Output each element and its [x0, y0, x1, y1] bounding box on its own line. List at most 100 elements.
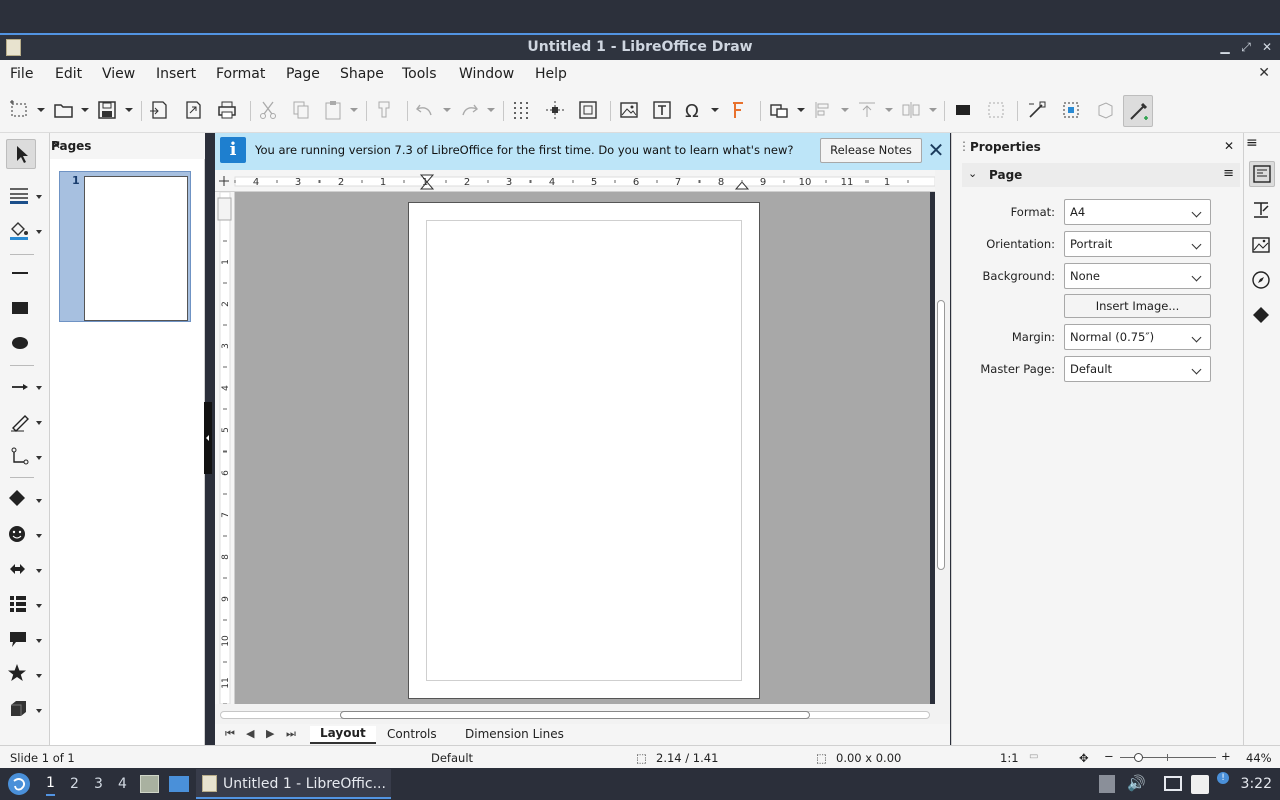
show-draw-functions-icon[interactable] — [1123, 95, 1153, 127]
sidebar-menu-icon[interactable]: ≡ — [1246, 135, 1258, 157]
vertical-scrollbar[interactable] — [935, 170, 950, 704]
zoom-in-icon[interactable]: + — [1221, 749, 1231, 763]
print-icon[interactable] — [216, 99, 240, 123]
format-dropdown[interactable]: A4 — [1064, 199, 1211, 225]
next-tab-icon[interactable]: ▶ — [266, 727, 274, 740]
horizontal-ruler[interactable]: 4 3 2 1 1 2 3 4 5 6 7 8 9 10 11 1 — [215, 170, 935, 192]
crop-icon[interactable] — [985, 99, 1009, 123]
first-tab-icon[interactable]: ⏮ — [225, 727, 235, 741]
menu-tools[interactable]: Tools — [402, 66, 437, 82]
rectangle-tool-icon[interactable] — [8, 296, 32, 320]
close-sidebar-icon[interactable]: ✕ — [1224, 139, 1234, 153]
curves-polygons-icon[interactable] — [8, 410, 32, 434]
insert-textbox-icon[interactable] — [651, 99, 675, 123]
basic-shapes-icon[interactable] — [8, 487, 32, 511]
properties-deck-icon[interactable] — [1249, 161, 1275, 187]
menu-file[interactable]: File — [10, 66, 33, 82]
taskbar-task-libreoffice[interactable]: Untitled 1 - LibreOffic... — [196, 769, 391, 799]
collapse-pages-pane-handle[interactable] — [204, 402, 212, 474]
chevron-down-icon[interactable]: ⌄ — [968, 167, 977, 180]
lines-arrows-icon[interactable] — [8, 375, 32, 399]
save-icon[interactable] — [96, 99, 120, 123]
grid-icon[interactable] — [510, 99, 534, 123]
section-menu-icon[interactable]: ≡ — [1223, 166, 1234, 181]
workspace-1[interactable]: 1 — [46, 775, 55, 796]
background-dropdown[interactable]: None — [1064, 263, 1211, 289]
menu-view[interactable]: View — [102, 66, 135, 82]
select-tool-icon[interactable] — [6, 139, 36, 169]
insert-image-button[interactable]: Insert Image... — [1064, 294, 1211, 318]
horizontal-scrollbar[interactable] — [215, 704, 950, 724]
volume-icon[interactable]: 🔊 — [1127, 774, 1146, 792]
release-notes-button[interactable]: Release Notes — [820, 138, 922, 163]
cut-icon[interactable] — [257, 99, 281, 123]
network-icon[interactable] — [1164, 776, 1182, 791]
navigator-deck-icon[interactable] — [1249, 268, 1275, 294]
close-document-icon[interactable]: ✕ — [1258, 65, 1270, 81]
maximize-button[interactable]: ⤢ — [1237, 38, 1255, 56]
vertical-scrollbar-thumb[interactable] — [937, 300, 945, 570]
zoom-level[interactable]: 44% — [1246, 751, 1272, 765]
zoom-slider-handle[interactable] — [1134, 753, 1143, 762]
shadow-icon[interactable] — [952, 99, 976, 123]
drawing-canvas[interactable] — [235, 192, 930, 704]
vertical-ruler[interactable]: 1 2 3 4 5 6 7 8 9 10 11 — [215, 192, 235, 704]
page-thumbnail[interactable]: 1 — [59, 171, 191, 322]
export-icon[interactable] — [148, 99, 172, 123]
horizontal-scrollbar-thumb[interactable] — [340, 711, 810, 719]
shapes-deck-icon[interactable] — [1249, 303, 1275, 329]
orientation-dropdown[interactable]: Portrait — [1064, 231, 1211, 257]
block-arrows-icon[interactable] — [8, 557, 32, 581]
symbol-shapes-icon[interactable] — [8, 522, 32, 546]
arrange-icon[interactable] — [856, 99, 880, 123]
open-icon[interactable] — [53, 99, 77, 123]
zoom-pan-icon[interactable] — [9, 99, 33, 123]
align-objects-icon[interactable] — [812, 99, 836, 123]
menu-help[interactable]: Help — [535, 66, 567, 82]
sidebar-grip-icon[interactable]: ⋮ — [958, 139, 970, 153]
ellipse-tool-icon[interactable] — [8, 331, 32, 355]
close-window-button[interactable]: ✕ — [1258, 38, 1276, 56]
line-color-icon[interactable] — [8, 183, 32, 207]
menu-edit[interactable]: Edit — [55, 66, 82, 82]
workspace-4[interactable]: 4 — [118, 776, 127, 792]
stars-icon[interactable] — [8, 662, 32, 686]
paste-icon[interactable] — [322, 99, 346, 123]
minimize-button[interactable]: ▁ — [1216, 38, 1234, 56]
menu-insert[interactable]: Insert — [156, 66, 196, 82]
menu-page[interactable]: Page — [286, 66, 320, 82]
notification-icon[interactable]: ! — [1217, 772, 1229, 784]
menu-window[interactable]: Window — [459, 66, 514, 82]
start-menu-icon[interactable] — [8, 773, 30, 795]
clone-formatting-icon[interactable] — [373, 99, 397, 123]
zoom-page-icon[interactable] — [577, 99, 601, 123]
tab-layout[interactable]: Layout — [310, 726, 376, 744]
glue-points-icon[interactable] — [1060, 99, 1084, 123]
toggle-extrusion-icon[interactable] — [1094, 99, 1118, 123]
export-pdf-icon[interactable] — [182, 99, 206, 123]
special-character-icon[interactable]: Ω — [682, 99, 706, 123]
drawing-page[interactable] — [408, 202, 760, 699]
page-section-header[interactable]: ⌄ Page ≡ — [962, 163, 1240, 187]
show-desktop-icon[interactable] — [169, 776, 189, 792]
gallery-deck-icon[interactable] — [1249, 233, 1275, 259]
workspace-2[interactable]: 2 — [70, 776, 79, 792]
transformations-icon[interactable] — [768, 99, 792, 123]
styles-deck-icon[interactable] — [1249, 198, 1275, 224]
updates-icon[interactable] — [1099, 775, 1115, 793]
close-infobar-icon[interactable]: ✕ — [926, 139, 946, 163]
menu-shape[interactable]: Shape — [340, 66, 384, 82]
tab-dimension-lines[interactable]: Dimension Lines — [465, 727, 564, 741]
fit-slide-icon[interactable]: ✥ — [1079, 751, 1089, 765]
flowchart-icon[interactable] — [8, 592, 32, 616]
zoom-out-icon[interactable]: − — [1104, 749, 1114, 763]
clipboard-icon[interactable] — [1191, 775, 1209, 794]
last-tab-icon[interactable]: ⏭ — [286, 727, 296, 741]
connectors-icon[interactable] — [8, 445, 32, 469]
line-tool-icon[interactable] — [8, 261, 32, 285]
close-pages-pane-icon[interactable]: ✕ — [51, 138, 197, 152]
helplines-icon[interactable] — [544, 99, 568, 123]
redo-icon[interactable] — [458, 99, 482, 123]
copy-icon[interactable] — [290, 99, 314, 123]
master-page-dropdown[interactable]: Default — [1064, 356, 1211, 382]
